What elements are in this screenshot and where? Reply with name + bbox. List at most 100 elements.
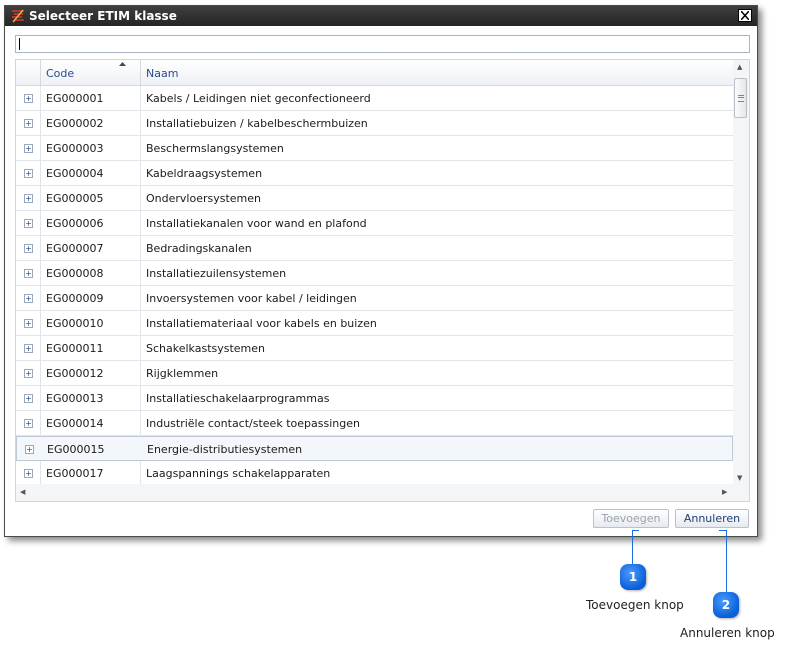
callout-label-1: Toevoegen knop xyxy=(586,598,684,612)
row-name: Beschermslangsystemen xyxy=(146,142,284,155)
expand-icon[interactable]: + xyxy=(24,219,33,228)
table-row[interactable]: + EG000007 Bedradingskanalen xyxy=(16,236,733,261)
expand-icon[interactable]: + xyxy=(24,344,33,353)
row-code: EG000006 xyxy=(46,217,104,230)
expand-icon[interactable]: + xyxy=(24,269,33,278)
column-header-name-label: Naam xyxy=(146,67,179,80)
sort-ascending-icon xyxy=(119,62,126,66)
row-name: Energie-distributiesystemen xyxy=(147,443,303,456)
column-header-name[interactable]: Naam xyxy=(146,60,546,85)
row-code: EG000005 xyxy=(46,192,104,205)
column-header-code-label: Code xyxy=(46,67,75,80)
table-row[interactable]: + EG000012 Rijgklemmen xyxy=(16,361,733,386)
table-row[interactable]: + EG000013 Installatieschakelaarprogrammas xyxy=(16,386,733,411)
expand-icon[interactable]: + xyxy=(24,294,33,303)
scroll-down-icon[interactable]: ▼ xyxy=(737,474,742,482)
expand-icon[interactable]: + xyxy=(24,394,33,403)
table-row[interactable]: + EG000011 Schakelkastsystemen xyxy=(16,336,733,361)
horizontal-scrollbar[interactable]: ◀ ▶ xyxy=(16,484,749,501)
row-name: Ondervloersystemen xyxy=(146,192,261,205)
row-name: Kabels / Leidingen niet geconfectioneerd xyxy=(146,92,371,105)
header-separator xyxy=(140,60,141,85)
row-code: EG000017 xyxy=(46,467,104,480)
scroll-left-icon[interactable]: ◀ xyxy=(20,488,25,496)
row-code: EG000011 xyxy=(46,342,104,355)
callout-badge-2: 2 xyxy=(713,592,739,618)
app-logo-icon xyxy=(12,9,24,23)
search-input[interactable] xyxy=(15,35,750,53)
row-name: Installatiebuizen / kabelbeschermbuizen xyxy=(146,117,368,130)
expand-icon[interactable]: + xyxy=(24,319,33,328)
row-code: EG000015 xyxy=(47,443,105,456)
table-row[interactable]: + EG000015 Energie-distributiesystemen xyxy=(16,436,733,461)
row-name: Installatiezuilensystemen xyxy=(146,267,287,280)
table-row[interactable]: + EG000008 Installatiezuilensystemen xyxy=(16,261,733,286)
row-code: EG000002 xyxy=(46,117,104,130)
callout-badge-1: 1 xyxy=(620,564,646,590)
row-name: Laagspannings schakelapparaten xyxy=(146,467,331,480)
cancel-button[interactable]: Annuleren xyxy=(675,509,749,528)
row-name: Bedradingskanalen xyxy=(146,242,252,255)
table-row[interactable]: + EG000003 Beschermslangsystemen xyxy=(16,136,733,161)
grid-rows: + EG000001 Kabels / Leidingen niet geconfe… xyxy=(16,86,733,486)
expand-icon[interactable]: + xyxy=(24,369,33,378)
callout-leader-line xyxy=(719,530,726,531)
grip-icon xyxy=(738,95,744,102)
table-row[interactable]: + EG000005 Ondervloersystemen xyxy=(16,186,733,211)
add-button[interactable]: Toevoegen xyxy=(593,509,669,528)
grid-header: Code Naam xyxy=(16,60,733,86)
row-code: EG000003 xyxy=(46,142,104,155)
close-icon xyxy=(741,11,749,20)
row-code: EG000004 xyxy=(46,167,104,180)
row-name: Industriële contact/steek toepassingen xyxy=(146,417,360,430)
expand-icon[interactable]: + xyxy=(24,194,33,203)
expand-icon[interactable]: + xyxy=(24,169,33,178)
expand-icon[interactable]: + xyxy=(24,469,33,478)
text-caret xyxy=(19,38,20,50)
row-name: Schakelkastsystemen xyxy=(146,342,266,355)
row-name: Kabeldraagsystemen xyxy=(146,167,263,180)
window-title: Selecteer ETIM klasse xyxy=(29,9,177,23)
table-row[interactable]: + EG000004 Kabeldraagsystemen xyxy=(16,161,733,186)
table-row[interactable]: + EG000001 Kabels / Leidingen niet geconfe… xyxy=(16,86,733,111)
expand-icon[interactable]: + xyxy=(24,144,33,153)
row-code: EG000007 xyxy=(46,242,104,255)
table-row[interactable]: + EG000010 Installatiemateriaal voor kabel… xyxy=(16,311,733,336)
callout-label-2: Annuleren knop xyxy=(680,626,775,640)
expand-icon[interactable]: + xyxy=(25,445,34,454)
row-code: EG000012 xyxy=(46,367,104,380)
table-row[interactable]: + EG000009 Invoersystemen voor kabel / lei… xyxy=(16,286,733,311)
callout-leader-line xyxy=(632,530,639,531)
expand-icon[interactable]: + xyxy=(24,94,33,103)
expand-icon[interactable]: + xyxy=(24,119,33,128)
etim-class-grid: Code Naam + EG000001 Kabels / Leidingen ni… xyxy=(15,59,750,502)
table-row[interactable]: + EG000014 Industriële contact/steek toepa… xyxy=(16,411,733,436)
etim-class-dialog: Selecteer ETIM klasse Code Naam + EG0000… xyxy=(4,5,758,537)
table-row[interactable]: + EG000006 Installatiekanalen voor wand en… xyxy=(16,211,733,236)
row-name: Installatiemateriaal voor kabels en buiz… xyxy=(146,317,377,330)
vertical-scrollbar[interactable]: ▲ ▼ xyxy=(733,60,749,484)
row-code: EG000008 xyxy=(46,267,104,280)
header-separator xyxy=(40,60,41,85)
callout-leader-line xyxy=(726,530,727,593)
scroll-up-icon[interactable]: ▲ xyxy=(737,63,742,71)
vertical-scroll-thumb[interactable] xyxy=(734,78,747,118)
row-name: Installatiekanalen voor wand en plafond xyxy=(146,217,367,230)
callout-leader-line xyxy=(632,530,633,565)
row-code: EG000009 xyxy=(46,292,104,305)
row-name: Installatieschakelaarprogrammas xyxy=(146,392,330,405)
row-code: EG000010 xyxy=(46,317,104,330)
scroll-right-icon[interactable]: ▶ xyxy=(722,488,727,496)
table-row[interactable]: + EG000017 Laagspannings schakelapparaten xyxy=(16,461,733,486)
close-button[interactable] xyxy=(738,9,752,22)
row-name: Invoersystemen voor kabel / leidingen xyxy=(146,292,357,305)
column-header-code[interactable]: Code xyxy=(46,60,140,85)
expand-icon[interactable]: + xyxy=(24,419,33,428)
title-bar[interactable]: Selecteer ETIM klasse xyxy=(5,6,757,26)
row-code: EG000001 xyxy=(46,92,104,105)
table-row[interactable]: + EG000002 Installatiebuizen / kabelbesche… xyxy=(16,111,733,136)
row-code: EG000014 xyxy=(46,417,104,430)
row-code: EG000013 xyxy=(46,392,104,405)
expand-icon[interactable]: + xyxy=(24,244,33,253)
row-name: Rijgklemmen xyxy=(146,367,219,380)
